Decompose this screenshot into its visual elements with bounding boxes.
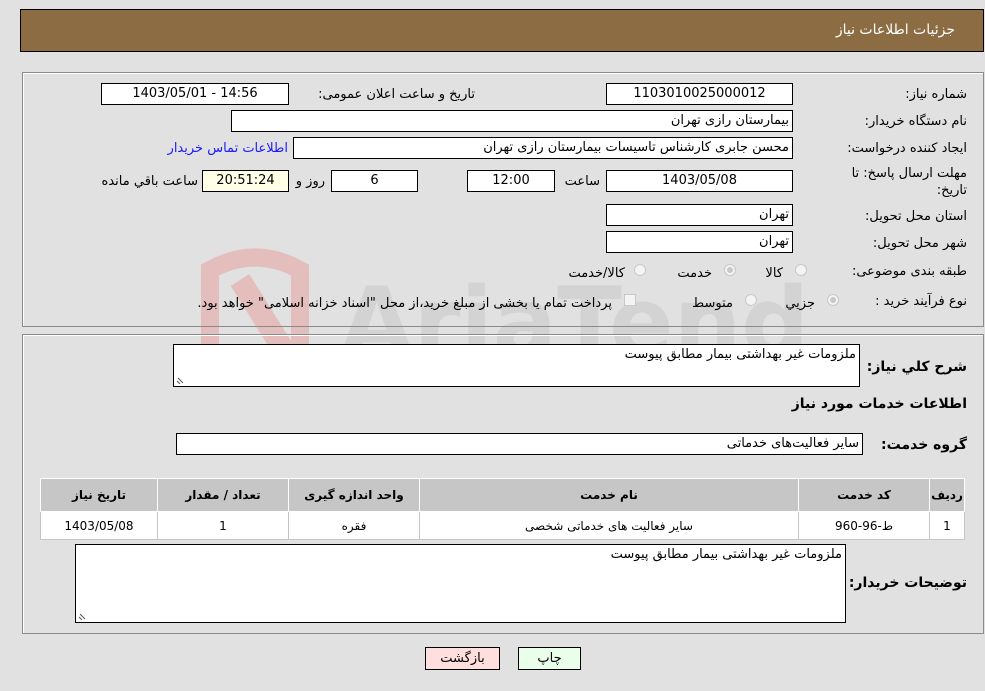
- description-text: ملزومات غیر بهداشتی بیمار مطابق پیوست: [624, 347, 856, 362]
- category-option-goods-service: کالا/خدمت: [568, 266, 625, 281]
- purchase-type-option-medium: متوسط: [692, 296, 733, 311]
- days-label: روز و: [295, 174, 325, 189]
- print-button[interactable]: چاپ: [518, 647, 581, 670]
- category-radio-service[interactable]: [724, 264, 736, 276]
- buyer-notes-textarea[interactable]: ملزومات غیر بهداشتی بیمار مطابق پیوست: [75, 544, 846, 623]
- buyer-org-field: بیمارستان رازی تهران: [231, 110, 793, 132]
- buyer-contact-link[interactable]: اطلاعات تماس خریدار: [168, 141, 288, 156]
- creator-field: محسن جابری کارشناس تاسیسات بیمارستان راز…: [293, 137, 793, 159]
- category-label: طبقه بندی موضوعی:: [851, 264, 967, 279]
- purchase-type-option-minor: جزيي: [785, 296, 815, 311]
- category-option-goods: کالا: [765, 266, 783, 281]
- cell-need-date: 1403/05/08: [40, 511, 158, 540]
- buyer-org-label: نام دستگاه خریدار:: [864, 114, 967, 129]
- treasury-checkbox[interactable]: [624, 294, 636, 306]
- deadline-time-field: 12:00: [467, 170, 555, 192]
- services-table: ردیف کد خدمت نام خدمت واحد اندازه گیری ت…: [40, 478, 965, 540]
- city-field: تهران: [606, 231, 793, 253]
- category-radio-goods-service[interactable]: [634, 264, 646, 276]
- deadline-time-label: ساعت: [564, 174, 600, 189]
- column-header-row-number: ردیف: [929, 478, 965, 512]
- column-header-quantity: تعداد / مقدار: [157, 478, 289, 512]
- service-group-field: سایر فعالیت‌های خدماتی: [176, 433, 863, 455]
- category-radio-goods[interactable]: [795, 264, 807, 276]
- cell-row-number: 1: [929, 511, 965, 540]
- description-label: شرح کلي نیاز:: [866, 359, 967, 375]
- column-header-service-name: نام خدمت: [419, 478, 799, 512]
- cell-unit: فقره: [288, 511, 420, 540]
- table-header-row: ردیف کد خدمت نام خدمت واحد اندازه گیری ت…: [40, 478, 965, 512]
- deadline-label: مهلت ارسال پاسخ: تا: [851, 166, 967, 181]
- deadline-label-line2: تاریخ:: [936, 183, 967, 198]
- purchase-type-radio-medium[interactable]: [745, 294, 757, 306]
- resize-grip-icon[interactable]: [176, 375, 185, 384]
- need-number-field: 1103010025000012: [606, 83, 793, 105]
- cell-service-name: سایر فعالیت های خدماتی شخصی: [419, 511, 799, 540]
- deadline-date-field: 1403/05/08: [606, 170, 793, 192]
- cell-quantity: 1: [157, 511, 289, 540]
- province-label: استان محل تحویل:: [865, 209, 967, 224]
- column-header-unit: واحد اندازه گیری: [288, 478, 420, 512]
- page-title: جزئیات اطلاعات نیاز: [835, 22, 955, 38]
- treasury-checkbox-label: پرداخت تمام یا بخشی از مبلغ خرید،از محل …: [197, 296, 612, 311]
- cell-service-code: ط-96-960: [798, 511, 930, 540]
- purchase-type-radio-minor[interactable]: [827, 294, 839, 306]
- buyer-notes-label: توضیحات خریدار:: [848, 575, 967, 591]
- table-row: 1 ط-96-960 سایر فعالیت های خدماتی شخصی ف…: [40, 511, 965, 540]
- creator-label: ایجاد کننده درخواست:: [847, 141, 967, 156]
- back-button[interactable]: بازگشت: [425, 647, 500, 670]
- announce-datetime-field: 1403/05/01 - 14:56: [101, 83, 289, 105]
- page-header: جزئیات اطلاعات نیاز: [20, 9, 984, 52]
- need-number-label: شماره نیاز:: [905, 87, 967, 102]
- time-remaining-label: ساعت باقي مانده: [101, 174, 198, 189]
- time-remaining-field: 20:51:24: [202, 170, 289, 192]
- province-field: تهران: [606, 204, 793, 226]
- announce-label: تاریخ و ساعت اعلان عمومی:: [318, 87, 475, 102]
- days-remaining-field: 6: [331, 170, 418, 192]
- category-option-service: خدمت: [677, 266, 712, 281]
- service-group-label: گروه خدمت:: [881, 437, 967, 453]
- resize-grip-icon[interactable]: [78, 611, 87, 620]
- services-heading: اطلاعات خدمات مورد نیاز: [791, 396, 967, 412]
- purchase-type-label: نوع فرآیند خرید :: [875, 294, 967, 309]
- column-header-service-code: کد خدمت: [798, 478, 930, 512]
- buyer-notes-text: ملزومات غیر بهداشتی بیمار مطابق پیوست: [610, 547, 842, 562]
- description-textarea[interactable]: ملزومات غیر بهداشتی بیمار مطابق پیوست: [173, 344, 860, 387]
- column-header-need-date: تاریخ نیاز: [40, 478, 158, 512]
- city-label: شهر محل تحویل:: [872, 236, 967, 251]
